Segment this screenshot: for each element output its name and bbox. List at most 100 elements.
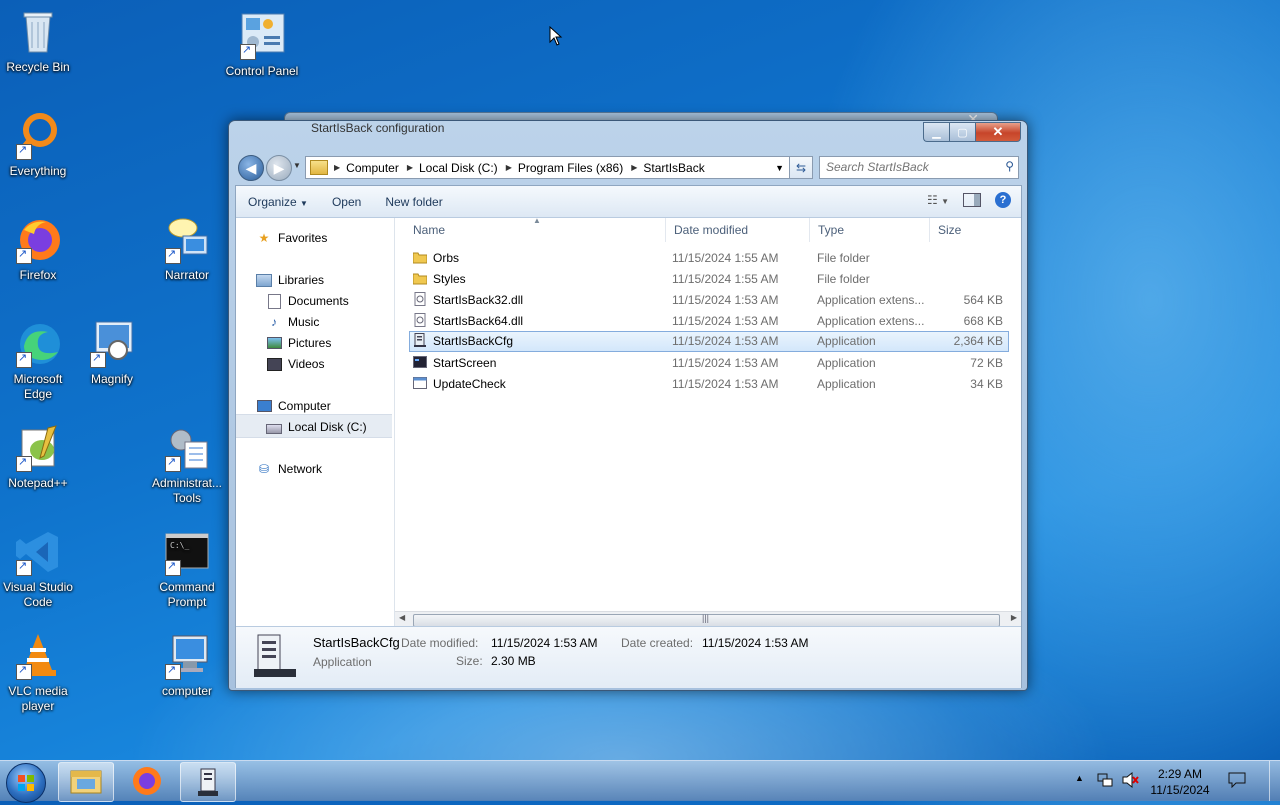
file-size: 34 KB: [970, 377, 1003, 391]
nav-computer[interactable]: Computer: [256, 396, 331, 416]
desktop-icon-computer[interactable]: computer: [149, 632, 225, 699]
dll-file-icon: [413, 313, 427, 327]
desktop-icon-edge[interactable]: Microsoft Edge: [0, 320, 76, 402]
desktop-icon-cmd[interactable]: C:\_ Command Prompt: [149, 528, 225, 610]
taskbar-firefox[interactable]: [120, 762, 174, 800]
details-date-created: 11/15/2024 1:53 AM: [702, 636, 809, 650]
volume-muted-icon[interactable]: [1122, 771, 1140, 791]
nav-pictures[interactable]: Pictures: [266, 333, 331, 353]
application-icon: [413, 333, 427, 347]
desktop-icon-recycle-bin[interactable]: Recycle Bin: [0, 8, 76, 75]
file-date: 11/15/2024 1:55 AM: [672, 272, 779, 286]
file-row[interactable]: StartIsBack32.dll 11/15/2024 1:53 AM App…: [409, 290, 1007, 310]
back-button[interactable]: ◀: [238, 155, 264, 181]
preview-pane-icon[interactable]: [963, 193, 981, 207]
chevron-right-icon[interactable]: ▶: [504, 163, 514, 172]
taskbar-explorer[interactable]: [58, 762, 114, 802]
details-file-kind: Application: [313, 655, 372, 669]
horizontal-scrollbar[interactable]: ◀ ||| ▶: [395, 611, 1021, 627]
desktop-icon-label: Magnify: [90, 372, 134, 386]
breadcrumb-local-disk[interactable]: Local Disk (C:): [415, 161, 504, 175]
nav-favorites[interactable]: ★ Favorites: [256, 228, 328, 248]
search-icon[interactable]: ⚲: [1005, 159, 1014, 173]
chevron-right-icon[interactable]: ▶: [629, 163, 639, 172]
file-row[interactable]: UpdateCheck 11/15/2024 1:53 AM Applicati…: [409, 374, 1007, 394]
clock[interactable]: 2:29 AM 11/15/2024: [1150, 766, 1210, 798]
chevron-right-icon[interactable]: ▶: [332, 163, 342, 172]
nav-videos[interactable]: Videos: [266, 354, 324, 374]
search-box[interactable]: ⚲: [819, 156, 1019, 179]
breadcrumb-computer[interactable]: Computer: [342, 161, 405, 175]
library-icon: [256, 273, 272, 287]
file-row[interactable]: Orbs 11/15/2024 1:55 AM File folder: [409, 248, 1007, 268]
new-folder-button[interactable]: New folder: [373, 195, 454, 209]
close-button[interactable]: ✕: [975, 122, 1021, 142]
nav-music[interactable]: ♪ Music: [266, 312, 319, 332]
desktop-icon-vscode[interactable]: Visual Studio Code: [0, 528, 76, 610]
folder-icon: [310, 160, 328, 175]
music-icon: ♪: [271, 315, 277, 329]
desktop-icon-everything[interactable]: Everything: [0, 112, 76, 179]
computer-icon: [256, 399, 272, 413]
taskbar-startisback[interactable]: [180, 762, 236, 802]
address-bar[interactable]: ▶ Computer ▶ Local Disk (C:) ▶ Program F…: [305, 156, 813, 179]
scroll-left-icon[interactable]: ◀: [399, 613, 405, 622]
show-desktop-button[interactable]: [1269, 761, 1280, 801]
desktop-icon-narrator[interactable]: Narrator: [149, 216, 225, 283]
nav-documents[interactable]: Documents: [266, 291, 349, 311]
desktop-icon-vlc[interactable]: VLC media player: [0, 632, 76, 714]
desktop-icon-notepadpp[interactable]: Notepad++: [0, 424, 76, 491]
file-name: StartScreen: [433, 356, 497, 370]
nav-libraries[interactable]: Libraries: [256, 270, 324, 290]
pictures-icon: [266, 336, 282, 350]
desktop-icon-admin-tools[interactable]: Administrat... Tools: [149, 424, 225, 506]
file-size: 2,364 KB: [953, 334, 1003, 348]
folder-icon: [412, 250, 428, 264]
change-view-icon[interactable]: ☷ ▼: [927, 193, 949, 207]
desktop-icon-label: Firefox: [19, 268, 57, 282]
desktop-icon-label: computer: [161, 684, 213, 698]
close-icon: ✕: [992, 124, 1004, 139]
recent-pages-chevron-icon[interactable]: ▼: [293, 161, 301, 170]
application-icon: [413, 376, 427, 390]
chevron-right-icon[interactable]: ▶: [405, 163, 415, 172]
column-header-type[interactable]: Type: [810, 218, 929, 242]
refresh-icon[interactable]: ⇆: [789, 156, 813, 179]
address-dropdown-icon[interactable]: ▼: [775, 163, 784, 173]
column-header-name[interactable]: Name: [405, 218, 665, 242]
show-hidden-icons-button[interactable]: ▲: [1075, 773, 1084, 783]
firefox-icon: [133, 767, 161, 795]
file-row[interactable]: StartIsBack64.dll 11/15/2024 1:53 AM App…: [409, 311, 1007, 331]
window-controls: ▁ ▢ ✕: [923, 122, 1021, 142]
nav-label: Documents: [288, 294, 349, 308]
desktop-icon-magnify[interactable]: Magnify: [74, 320, 150, 387]
maximize-button[interactable]: ▢: [949, 122, 975, 142]
column-header-date[interactable]: Date modified: [666, 218, 809, 242]
mouse-cursor-icon: [549, 26, 563, 46]
file-row[interactable]: StartScreen 11/15/2024 1:53 AM Applicati…: [409, 353, 1007, 373]
desktop-icon-firefox[interactable]: Firefox: [0, 216, 76, 283]
file-type: Application: [817, 334, 876, 348]
start-button[interactable]: [6, 763, 46, 803]
help-icon[interactable]: ?: [995, 192, 1011, 208]
desktop-icon-label: Microsoft Edge: [13, 372, 63, 401]
breadcrumb-program-files[interactable]: Program Files (x86): [514, 161, 629, 175]
nav-local-disk[interactable]: Local Disk (C:): [266, 417, 367, 437]
restore-icon: ▢: [957, 126, 968, 139]
file-row[interactable]: Styles 11/15/2024 1:55 AM File folder: [409, 269, 1007, 289]
file-row-selected[interactable]: StartIsBackCfg 11/15/2024 1:53 AM Applic…: [409, 331, 1009, 352]
open-button[interactable]: Open: [320, 195, 373, 209]
network-tray-icon[interactable]: [1097, 772, 1113, 791]
forward-button[interactable]: ▶: [266, 155, 292, 181]
organize-button[interactable]: Organize ▼: [236, 195, 320, 209]
search-input[interactable]: [820, 157, 1002, 176]
explorer-folder-icon: [70, 770, 102, 794]
minimize-button[interactable]: ▁: [923, 122, 949, 142]
breadcrumb-startisback[interactable]: StartIsBack: [639, 161, 710, 175]
action-center-icon[interactable]: [1228, 772, 1246, 791]
desktop-icon-control-panel[interactable]: Control Panel: [224, 12, 300, 79]
file-type: File folder: [817, 251, 870, 265]
scroll-right-icon[interactable]: ▶: [1011, 613, 1017, 622]
column-header-size[interactable]: Size: [930, 218, 1010, 242]
nav-network[interactable]: ⛁ Network: [256, 459, 322, 479]
